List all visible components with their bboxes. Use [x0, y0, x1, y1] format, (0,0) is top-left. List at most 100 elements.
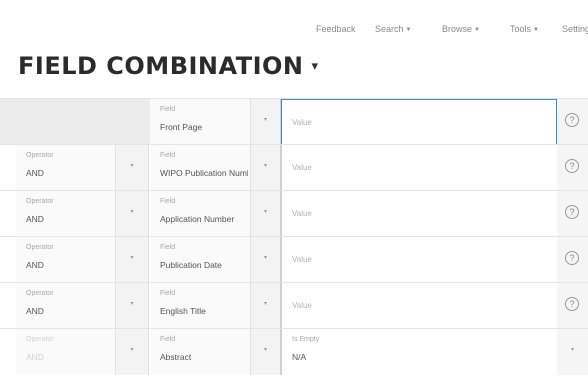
nav-search-label: Search: [375, 24, 404, 34]
query-row: Operator AND ▾ Field English Title ▾ Val…: [0, 282, 588, 329]
operator-label: Operator: [26, 244, 54, 251]
query-row: Operator AND ▾ Field WIPO Publication Nu…: [0, 144, 588, 191]
question-circle-icon: ?: [565, 205, 579, 219]
field-dropdown-toggle[interactable]: ▾: [251, 283, 281, 329]
operator-value: AND: [26, 306, 44, 316]
field-dropdown-toggle[interactable]: ▾: [251, 329, 281, 375]
chevron-down-icon: ▼: [474, 27, 480, 33]
chevron-down-icon: ▾: [263, 163, 267, 169]
condition-select[interactable]: Is Empty N/A: [281, 329, 557, 375]
operator-dropdown-toggle[interactable]: ▾: [116, 191, 149, 237]
page-title[interactable]: FIELD COMBINATION ▾: [18, 52, 319, 80]
value-input[interactable]: Value: [281, 191, 557, 237]
query-row: Field Front Page ▾ Value ?: [0, 98, 588, 145]
chevron-down-icon: ▾: [130, 347, 134, 353]
chevron-down-icon: ▼: [405, 27, 412, 33]
help-button[interactable]: ?: [557, 145, 588, 191]
field-label: Field: [160, 152, 176, 159]
query-row: Operator AND ▾ Field Application Number …: [0, 190, 588, 237]
field-value: English Title: [160, 306, 206, 316]
value-input[interactable]: Value: [281, 237, 557, 283]
question-circle-icon: ?: [565, 251, 579, 265]
field-dropdown-toggle[interactable]: ▾: [251, 237, 281, 283]
chevron-down-icon: ▾: [570, 347, 574, 353]
condition-label: Is Empty: [292, 336, 320, 343]
help-button[interactable]: ?: [557, 283, 588, 329]
operator-dropdown-toggle[interactable]: ▾: [116, 283, 149, 329]
value-placeholder: Value: [292, 163, 312, 172]
field-value: Publication Date: [160, 260, 222, 270]
operator-value: AND: [26, 260, 44, 270]
question-circle-icon: ?: [565, 159, 579, 173]
page-title-text: FIELD COMBINATION: [18, 52, 304, 80]
chevron-down-icon: ▾: [311, 59, 319, 74]
value-placeholder: Value: [292, 209, 312, 218]
chevron-down-icon: ▾: [130, 255, 134, 261]
operator-select[interactable]: Operator AND: [16, 283, 116, 329]
help-button[interactable]: ?: [557, 99, 588, 145]
operator-select[interactable]: Operator AND: [16, 145, 116, 191]
value-input[interactable]: Value: [281, 145, 557, 191]
nav-tools-menu[interactable]: Tools ▼: [510, 24, 539, 34]
field-select[interactable]: Field WIPO Publication Number: [150, 145, 251, 191]
nav-browse-menu[interactable]: Browse ▼: [442, 24, 480, 34]
operator-select[interactable]: Operator AND: [16, 191, 116, 237]
chevron-down-icon: ▾: [263, 347, 267, 353]
nav-tools-label: Tools: [510, 24, 532, 34]
nav-feedback-label: Feedback: [316, 24, 356, 34]
query-row: Operator AND ▾ Field Abstract ▾ Is Empty…: [0, 328, 588, 375]
field-value: Application Number: [160, 214, 235, 224]
chevron-down-icon: ▾: [130, 163, 134, 169]
operator-select[interactable]: Operator AND: [16, 237, 116, 283]
chevron-down-icon: ▼: [533, 27, 539, 33]
field-select[interactable]: Field English Title: [150, 283, 251, 329]
field-select[interactable]: Field Abstract: [150, 329, 251, 375]
operator-label: Operator: [26, 198, 54, 205]
nav-settings[interactable]: Settings: [562, 24, 588, 34]
chevron-down-icon: ▾: [263, 301, 267, 307]
value-placeholder: Value: [292, 301, 312, 310]
nav-feedback[interactable]: Feedback: [316, 24, 356, 34]
help-button[interactable]: ?: [557, 191, 588, 237]
field-value: Abstract: [160, 352, 192, 362]
chevron-down-icon: ▾: [130, 301, 134, 307]
value-input[interactable]: Value: [281, 99, 557, 145]
value-placeholder: Value: [292, 118, 312, 127]
question-circle-icon: ?: [565, 113, 579, 127]
operator-label: Operator: [26, 336, 54, 343]
operator-value: AND: [26, 168, 44, 178]
field-select[interactable]: Field Front Page: [150, 99, 251, 145]
operator-select[interactable]: Operator AND: [16, 329, 116, 375]
chevron-down-icon: ▾: [263, 255, 267, 261]
nav-settings-label: Settings: [562, 24, 588, 34]
field-dropdown-toggle[interactable]: ▾: [251, 191, 281, 237]
chevron-down-icon: ▾: [263, 117, 267, 123]
operator-dropdown-toggle[interactable]: ▾: [116, 145, 149, 191]
question-circle-icon: ?: [565, 297, 579, 311]
chevron-down-icon: ▾: [263, 209, 267, 215]
help-button[interactable]: ?: [557, 237, 588, 283]
field-label: Field: [160, 336, 176, 343]
field-select[interactable]: Field Application Number: [150, 191, 251, 237]
field-value: Front Page: [160, 122, 203, 132]
field-dropdown-toggle[interactable]: ▾: [251, 99, 281, 145]
field-label: Field: [160, 106, 176, 113]
operator-dropdown-toggle[interactable]: ▾: [116, 237, 149, 283]
field-select[interactable]: Field Publication Date: [150, 237, 251, 283]
field-label: Field: [160, 198, 176, 205]
value-input[interactable]: Value: [281, 283, 557, 329]
field-dropdown-toggle[interactable]: ▾: [251, 145, 281, 191]
value-placeholder: Value: [292, 255, 312, 264]
field-label: Field: [160, 290, 176, 297]
row-lead-background: [0, 99, 150, 145]
operator-label: Operator: [26, 290, 54, 297]
field-value: WIPO Publication Number: [160, 168, 248, 178]
condition-dropdown-toggle[interactable]: ▾: [557, 329, 588, 375]
operator-value: AND: [26, 214, 44, 224]
nav-search-menu[interactable]: Search ▼: [375, 24, 411, 34]
top-navigation: Feedback Search▼ Browse▼ Tools▼ Settings: [0, 24, 588, 40]
chevron-down-icon: ▾: [130, 209, 134, 215]
operator-dropdown-toggle[interactable]: ▾: [116, 329, 149, 375]
operator-value: AND: [26, 352, 44, 362]
field-label: Field: [160, 244, 176, 251]
